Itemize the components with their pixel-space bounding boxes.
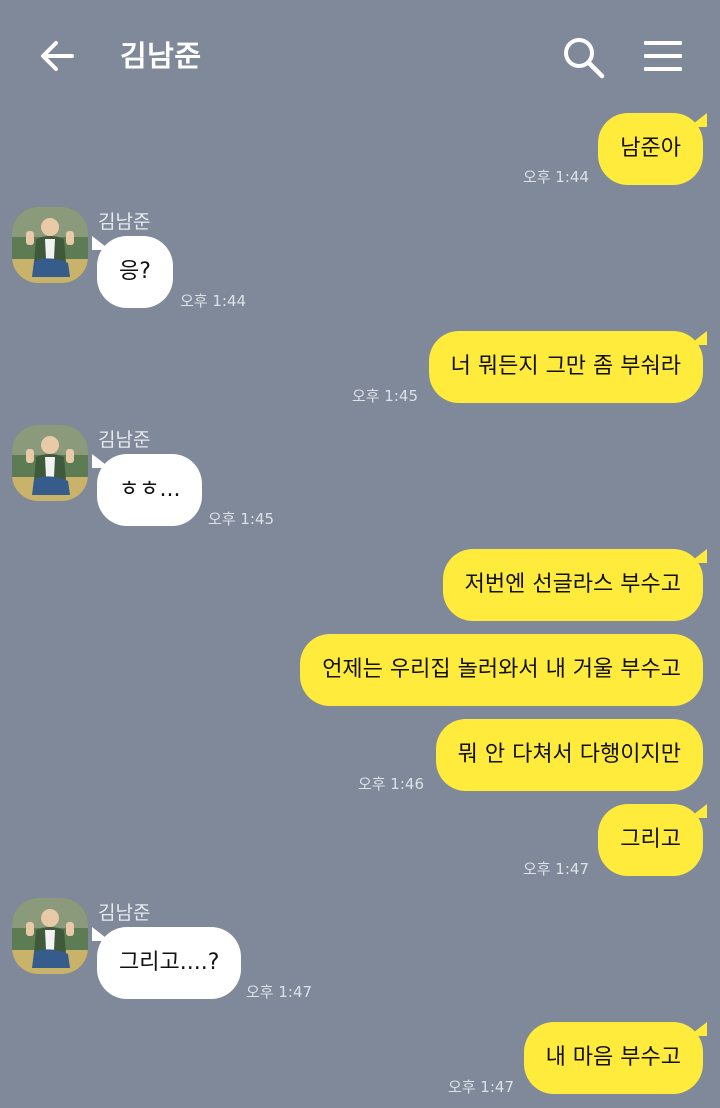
search-button[interactable] <box>562 36 606 80</box>
bubble-tail <box>689 1022 707 1036</box>
back-button[interactable] <box>38 36 78 76</box>
message-time: 오후 1:45 <box>351 387 418 405</box>
their-message-bubble[interactable]: 그리고....? <box>97 927 242 999</box>
menu-button[interactable] <box>642 38 686 78</box>
message-time: 오후 1:46 <box>357 775 424 793</box>
bubble-tail <box>689 549 707 563</box>
message-time: 오후 1:47 <box>246 983 313 1001</box>
my-message-bubble[interactable]: 언제는 우리집 놀러와서 내 거울 부수고 <box>300 634 703 706</box>
my-message-bubble[interactable]: 내 마음 부수고 <box>523 1022 703 1094</box>
sender-name: 김남준 <box>98 429 151 451</box>
avatar[interactable] <box>12 898 88 974</box>
chat-header: 김남준 <box>0 0 720 112</box>
search-icon <box>564 38 605 79</box>
sender-name: 김남준 <box>98 211 151 233</box>
profile-photo <box>12 425 88 501</box>
bubble-tail <box>689 113 707 127</box>
sender-name: 김남준 <box>98 902 151 924</box>
hamburger-menu-icon <box>644 41 682 71</box>
profile-photo <box>12 898 88 974</box>
message-time: 오후 1:44 <box>522 168 589 186</box>
my-message-bubble[interactable]: 저번엔 선글라스 부수고 <box>442 549 703 621</box>
my-message-bubble[interactable]: 남준아 <box>598 113 703 185</box>
message-time: 오후 1:47 <box>447 1078 514 1096</box>
avatar[interactable] <box>12 207 88 283</box>
my-message-bubble[interactable]: 그리고 <box>598 804 703 876</box>
message-time: 오후 1:44 <box>180 292 247 310</box>
their-message-bubble[interactable]: 응? <box>97 236 173 308</box>
arrow-left-icon <box>41 41 74 71</box>
profile-photo <box>12 207 88 283</box>
my-message-bubble[interactable]: 너 뭐든지 그만 좀 부숴라 <box>428 331 703 403</box>
chat-title: 김남준 <box>120 39 202 73</box>
their-message-bubble[interactable]: ㅎㅎ... <box>97 454 203 526</box>
message-time: 오후 1:45 <box>208 510 275 528</box>
bubble-tail <box>689 331 707 345</box>
message-time: 오후 1:47 <box>522 860 589 878</box>
my-message-bubble[interactable]: 뭐 안 다쳐서 다행이지만 <box>435 719 703 791</box>
avatar[interactable] <box>12 425 88 501</box>
bubble-tail <box>689 804 707 818</box>
